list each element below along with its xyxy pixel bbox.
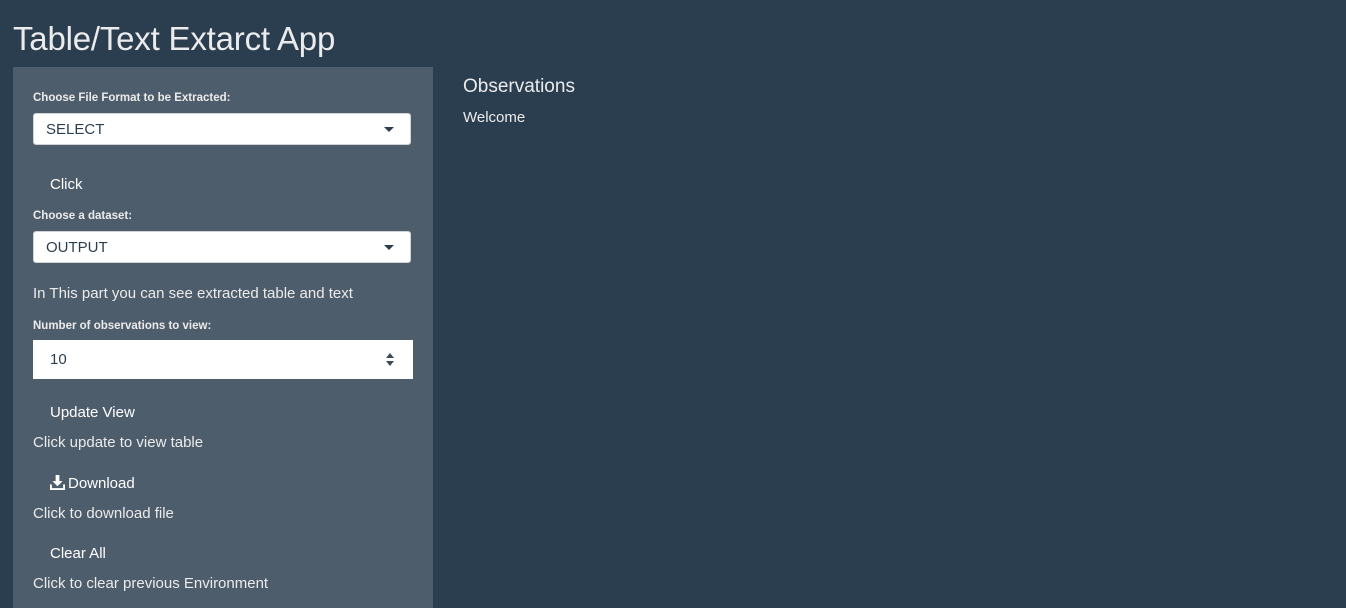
click-button[interactable]: Click bbox=[50, 176, 83, 193]
spin-down-icon[interactable] bbox=[386, 361, 394, 366]
file-format-selected-value: SELECT bbox=[46, 121, 105, 138]
update-view-button[interactable]: Update View bbox=[50, 404, 135, 421]
download-icon bbox=[50, 475, 65, 490]
download-button[interactable]: Download bbox=[50, 475, 135, 492]
dataset-selected-value: OUTPUT bbox=[46, 239, 108, 256]
app-title: Table/Text Extarct App bbox=[13, 20, 336, 57]
dataset-select[interactable]: OUTPUT bbox=[33, 231, 411, 263]
file-format-select[interactable]: SELECT bbox=[33, 113, 411, 145]
download-help-text: Click to download file bbox=[33, 505, 174, 522]
chevron-down-icon bbox=[384, 245, 394, 250]
observations-value: 10 bbox=[50, 351, 67, 368]
file-format-label: Choose File Format to be Extracted: bbox=[33, 92, 231, 104]
observations-label: Number of observations to view: bbox=[33, 320, 212, 332]
chevron-down-icon bbox=[384, 127, 394, 132]
sidebar-panel: Choose File Format to be Extracted: SELE… bbox=[13, 67, 433, 608]
observations-number-input[interactable]: 10 bbox=[33, 340, 413, 379]
clear-all-button[interactable]: Clear All bbox=[50, 545, 106, 562]
extracted-info-text: In This part you can see extracted table… bbox=[33, 285, 353, 302]
dataset-label: Choose a dataset: bbox=[33, 210, 133, 222]
welcome-text: Welcome bbox=[463, 109, 526, 126]
observations-heading: Observations bbox=[463, 76, 575, 97]
spin-up-icon[interactable] bbox=[386, 353, 394, 358]
update-help-text: Click update to view table bbox=[33, 434, 204, 451]
number-spinner[interactable] bbox=[384, 352, 396, 368]
clear-help-text: Click to clear previous Environment bbox=[33, 575, 269, 592]
download-button-label: Download bbox=[68, 475, 135, 492]
